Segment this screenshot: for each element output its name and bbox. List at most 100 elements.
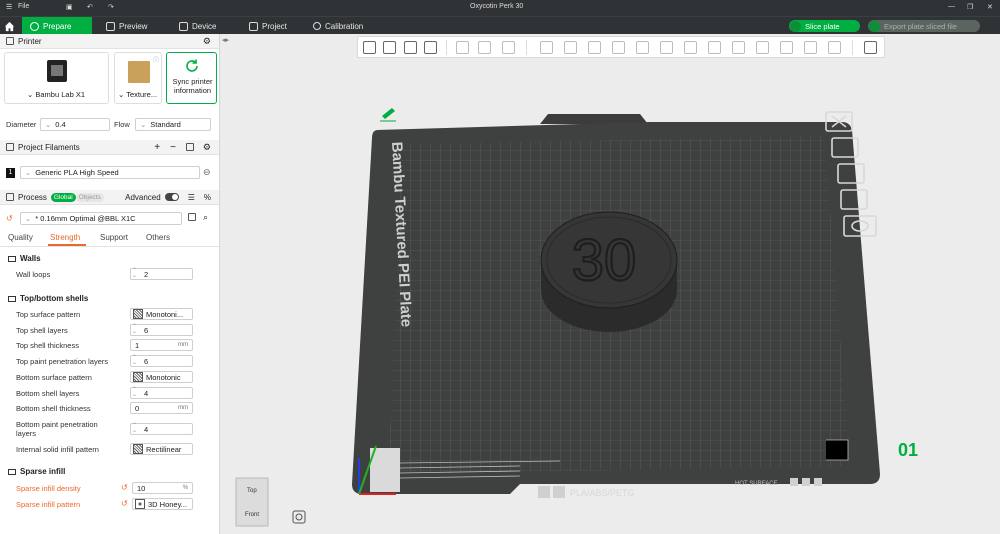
rotate-icon[interactable] — [564, 41, 577, 54]
walls-icon — [8, 255, 16, 262]
sync-printer-button[interactable]: Sync printer information — [166, 52, 217, 104]
color-paint-icon[interactable] — [756, 41, 769, 54]
cut-icon[interactable] — [636, 41, 649, 54]
file-menu[interactable]: File — [18, 3, 29, 10]
internal-solid-infill-label: Internal solid infill pattern — [16, 445, 99, 454]
split-icon[interactable] — [502, 41, 515, 54]
fit-view-icon[interactable] — [292, 510, 306, 524]
tab-project[interactable]: Project — [241, 17, 295, 35]
restore-icon[interactable]: ❐ — [967, 3, 973, 11]
bottom-paint-penetration-input[interactable]: ⌃ ⌄ 4 — [130, 423, 193, 435]
chevron-down-icon[interactable] — [869, 20, 880, 32]
view-cube[interactable]: Top Front — [235, 477, 269, 527]
prepare-icon — [30, 21, 39, 31]
export-sliced-button[interactable]: Export plate sliced file — [868, 20, 980, 32]
move-icon[interactable] — [540, 41, 553, 54]
save-icon[interactable]: ▣ — [66, 3, 73, 11]
view-mode-icon[interactable] — [864, 41, 877, 54]
mesh-boolean-icon[interactable] — [660, 41, 673, 54]
arrange-icon[interactable] — [424, 41, 437, 54]
redo-icon[interactable]: ↷ — [108, 3, 114, 11]
global-toggle[interactable]: Global — [50, 192, 76, 202]
add-plate-icon[interactable] — [383, 41, 396, 54]
info-icon[interactable]: ⓘ — [153, 55, 159, 64]
advanced-switch[interactable] — [164, 193, 179, 201]
section-title: Process — [18, 192, 47, 202]
gear-icon[interactable]: ⚙ — [203, 36, 211, 47]
reset-icon[interactable]: ↺ — [6, 214, 13, 223]
diameter-select[interactable]: ⌄ 0.4 — [40, 118, 110, 131]
collapse-sidebar-icon[interactable]: ◂▸ — [222, 36, 229, 44]
internal-solid-infill-select[interactable]: Rectilinear — [130, 443, 193, 455]
bottom-paint-penetration-label-2: layers — [16, 429, 37, 438]
top-shell-thickness-input[interactable]: 1 mm — [130, 339, 193, 351]
top-surface-pattern-label: Top surface pattern — [16, 310, 81, 319]
search-icon[interactable]: ⌕ — [203, 212, 208, 223]
tab-quality[interactable]: Quality — [8, 233, 33, 242]
close-window-icon[interactable]: ✕ — [987, 3, 993, 11]
hamburger-icon[interactable]: ☰ — [6, 3, 12, 11]
sync-label-1: Sync printer — [172, 77, 213, 86]
undo-icon[interactable]: ↶ — [87, 3, 93, 11]
wall-loops-input[interactable]: ⌃ ⌄ 2 — [130, 268, 193, 280]
list-icon[interactable]: ☰ — [188, 193, 195, 202]
text-icon[interactable] — [732, 41, 745, 54]
tab-support[interactable]: Support — [100, 233, 128, 242]
sparse-infill-pattern-select[interactable]: 3D Honey... — [132, 498, 193, 510]
tab-prepare[interactable]: Prepare — [22, 17, 92, 35]
seam-paint-icon[interactable] — [708, 41, 721, 54]
measure-icon[interactable] — [780, 41, 793, 54]
save-preset-icon[interactable] — [188, 213, 196, 221]
tab-preview[interactable]: Preview — [98, 17, 155, 35]
printer-image — [47, 60, 67, 82]
tab-others[interactable]: Others — [146, 233, 170, 242]
printer-preset-card[interactable]: ⌄ Bambu Lab X1 — [4, 52, 109, 104]
plate-image — [128, 61, 150, 83]
objects-toggle[interactable]: Objects — [75, 192, 104, 202]
chevron-down-icon[interactable] — [790, 20, 801, 32]
bottom-surface-pattern-select[interactable]: Monotonic — [130, 371, 193, 383]
model-object[interactable]: 30 — [540, 211, 678, 332]
process-preset-select[interactable]: ⌄ * 0.16mm Optimal @BBL X1C — [20, 212, 182, 225]
slice-plate-button[interactable]: Slice plate — [789, 20, 860, 32]
plate-number[interactable]: 01 — [898, 440, 918, 460]
filament-index[interactable]: 1 — [6, 168, 15, 178]
edit-plate-name-icon[interactable] — [380, 108, 396, 122]
tab-strength[interactable]: Strength — [50, 233, 80, 242]
top-shell-layers-input[interactable]: ⌃ ⌄ 6 — [130, 324, 193, 336]
add-icon[interactable]: + — [154, 142, 160, 153]
remove-icon[interactable]: − — [170, 142, 176, 153]
tab-device[interactable]: Device — [171, 17, 224, 35]
ams-icon[interactable] — [185, 143, 194, 151]
sparse-infill-density-input[interactable]: 10% — [132, 482, 193, 494]
assembly-icon[interactable] — [804, 41, 817, 54]
top-paint-penetration-input[interactable]: ⌃ ⌄ 6 — [130, 355, 193, 367]
scale-icon[interactable] — [588, 41, 601, 54]
percent-icon[interactable]: % — [204, 193, 211, 202]
build-plate-scene[interactable]: Bambu Textured PEI Plate 01 30 PLA/ABS/P… — [221, 58, 1000, 534]
home-icon[interactable] — [0, 17, 19, 35]
support-paint-icon[interactable] — [684, 41, 697, 54]
top-surface-pattern-select[interactable]: Monotoni... — [130, 308, 193, 320]
tab-calibration[interactable]: Calibration — [305, 17, 371, 35]
variable-layer-icon[interactable] — [828, 41, 841, 54]
copy-icon[interactable] — [456, 41, 469, 54]
bottom-shell-layers-input[interactable]: ⌃ ⌄ 4 — [130, 387, 193, 399]
printer-icon — [6, 37, 14, 45]
minimize-icon[interactable]: — — [948, 3, 955, 10]
bottom-shell-thickness-input[interactable]: 0 mm — [130, 402, 193, 414]
window-title: Oxycotin Perk 30 — [470, 3, 524, 10]
orient-icon[interactable] — [404, 41, 417, 54]
reset-icon[interactable]: ↺ — [121, 499, 128, 508]
plate-type-card[interactable]: ⓘ ⌄ Texture... — [114, 52, 162, 104]
flow-select[interactable]: ⌄ Standard — [135, 118, 211, 131]
reset-icon[interactable]: ↺ — [121, 483, 128, 492]
filament-edit-icon[interactable]: ⊖ — [203, 167, 211, 178]
gear-icon[interactable]: ⚙ — [203, 142, 211, 153]
add-object-icon[interactable] — [363, 41, 376, 54]
printer-section-header: Printer ⚙ — [0, 34, 219, 49]
filament-select[interactable]: ⌄ Generic PLA High Speed — [20, 166, 200, 179]
project-icon — [249, 21, 258, 31]
lay-on-face-icon[interactable] — [612, 41, 625, 54]
paste-icon[interactable] — [478, 41, 491, 54]
